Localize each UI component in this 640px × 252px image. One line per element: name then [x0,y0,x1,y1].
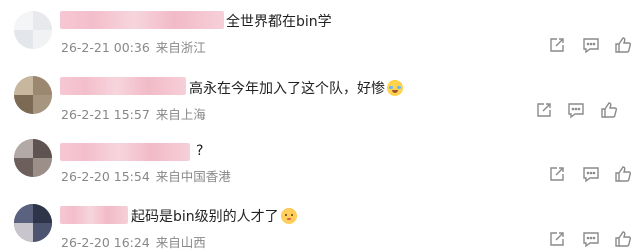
username-blurred[interactable] [60,77,186,95]
comment-text-content: 高永在今年加入了这个队，好惨 [189,81,385,97]
comment-time: 26-2-20 15:54 [61,169,150,184]
laugh-cry-emoji-icon [387,80,403,96]
share-icon[interactable] [548,36,566,54]
avatar[interactable] [14,76,52,114]
comment-text: 全世界都在bin学 [226,11,332,31]
like-icon[interactable] [600,101,618,119]
comment-text: ? [196,143,203,159]
comment-text: 高永在今年加入了这个队，好惨 [189,78,403,98]
comment-item: 起码是bin级别的人才了 26-2-20 16:24 来自山西 [0,190,640,251]
share-icon[interactable] [535,101,553,119]
comment-text-content: 全世界都在bin学 [226,14,332,30]
comment-icon[interactable] [582,230,600,248]
comment-meta: 26-2-21 15:57 来自上海 [61,104,206,123]
comment-icon[interactable] [582,36,600,54]
comment-item: 高永在今年加入了这个队，好惨 26-2-21 15:57 来自上海 [0,64,640,126]
username-blurred[interactable] [60,11,224,29]
comment-text-content: 起码是bin级别的人才了 [131,209,279,225]
avatar[interactable] [14,139,52,177]
comment-time: 26-2-21 00:36 [61,40,150,55]
username-blurred[interactable] [60,143,190,161]
comment-location: 来自山西 [155,235,206,250]
comment-item: 全世界都在bin学 26-2-21 00:36 来自浙江 [0,0,640,62]
comment-item: ? 26-2-20 15:54 来自中国香港 [0,128,640,190]
comment-text: 起码是bin级别的人才了 [131,206,297,226]
like-icon[interactable] [614,230,632,248]
avatar[interactable] [14,204,52,242]
share-icon[interactable] [548,165,566,183]
like-icon[interactable] [614,36,632,54]
comment-meta: 26-2-21 00:36 来自浙江 [61,37,206,56]
avatar[interactable] [14,11,52,49]
comment-icon[interactable] [567,101,585,119]
comment-time: 26-2-20 16:24 [61,235,150,250]
comment-location: 来自浙江 [155,40,206,55]
comment-meta: 26-2-20 16:24 来自山西 [61,232,206,251]
comment-location: 来自中国香港 [155,169,231,184]
share-icon[interactable] [548,230,566,248]
comment-icon[interactable] [582,165,600,183]
cat-emoji-icon [280,208,297,224]
username-blurred[interactable] [60,206,128,224]
comment-time: 26-2-21 15:57 [61,107,150,122]
comment-text-content: ? [196,143,204,159]
comment-location: 来自上海 [155,107,206,122]
like-icon[interactable] [614,165,632,183]
comment-meta: 26-2-20 15:54 来自中国香港 [61,166,231,185]
